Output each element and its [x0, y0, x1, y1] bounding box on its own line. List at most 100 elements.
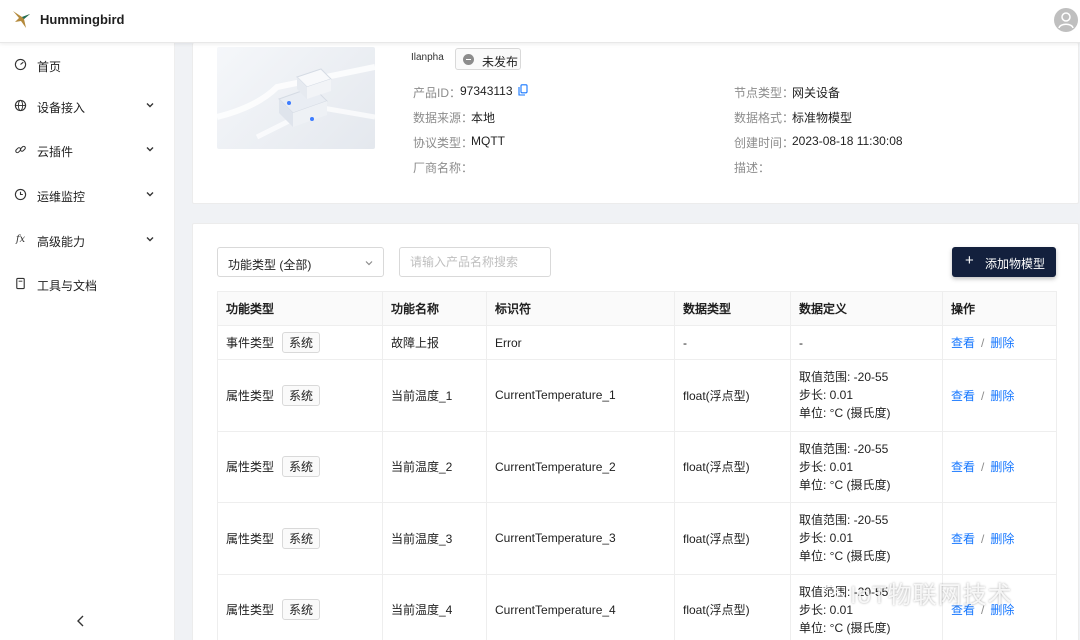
view-link[interactable]: 查看 — [951, 532, 975, 546]
sidebar-item-label: 设备接入 — [37, 101, 86, 115]
function-type: 事件类型 — [226, 336, 275, 350]
table-header-row: 功能类型 功能名称 标识符 数据类型 数据定义 操作 — [217, 291, 1057, 326]
column-header: 数据类型 — [674, 291, 791, 326]
column-header: 功能类型 — [217, 291, 383, 326]
product-id-label: 产品ID： — [413, 86, 462, 100]
definition-line: 取值范围: -20-55 — [799, 513, 889, 528]
data-definition: 取值范围: -20-55 步长: 0.01 单位: °C (摄氏度) — [790, 430, 943, 503]
column-header: 数据定义 — [790, 291, 943, 326]
function-type: 属性类型 — [226, 603, 275, 618]
identifier: CurrentTemperature_3 — [486, 502, 675, 575]
copy-icon[interactable] — [518, 84, 528, 96]
definition-line: 步长: 0.01 — [799, 459, 854, 474]
separator: / — [981, 531, 985, 546]
hummingbird-logo-icon[interactable] — [10, 8, 34, 32]
definition-line: - — [799, 335, 803, 350]
protocol-value: MQTT — [471, 134, 505, 148]
function-name: 当前温度_3 — [382, 502, 487, 575]
definition-line: 步长: 0.01 — [799, 388, 854, 403]
function-type: 属性类型 — [226, 388, 275, 403]
sidebar-item-home[interactable]: 首页 — [0, 50, 175, 80]
link-icon — [15, 145, 26, 154]
column-header: 标识符 — [486, 291, 675, 326]
user-avatar-icon[interactable] — [1054, 8, 1078, 32]
definition-line: 步长: 0.01 — [799, 602, 854, 617]
actions-cell: 查看 / 删除 — [942, 359, 1057, 432]
identifier: Error — [486, 325, 675, 360]
data-definition: 取值范围: -20-55 步长: 0.01 单位: °C (摄氏度) — [790, 359, 943, 432]
type-cell: 属性类型 系统 — [217, 359, 383, 432]
actions-cell: 查看 / 删除 — [942, 573, 1057, 640]
type-cell: 属性类型 系统 — [217, 573, 383, 640]
select-value: 功能类型 (全部) — [228, 258, 312, 272]
data-source-value: 本地 — [471, 111, 496, 125]
chevron-down-icon — [146, 192, 154, 197]
sidebar-item-device-access[interactable]: 设备接入 — [0, 91, 175, 121]
identifier: CurrentTemperature_2 — [486, 430, 675, 503]
created-label: 创建时间： — [734, 136, 795, 150]
search-input[interactable] — [399, 247, 551, 277]
function-type: 属性类型 — [226, 460, 275, 475]
system-tag: 系统 — [282, 384, 321, 406]
data-definition: 取值范围: -20-55 步长: 0.01 单位: °C (摄氏度) — [790, 573, 943, 640]
document-icon — [16, 277, 25, 290]
type-cell: 事件类型 系统 — [217, 325, 383, 360]
delete-link[interactable]: 删除 — [990, 389, 1014, 403]
function-type-select[interactable]: 功能类型 (全部) — [217, 247, 384, 277]
vendor-label: 厂商名称： — [413, 161, 474, 175]
definition-line: 单位: °C (摄氏度) — [799, 620, 891, 635]
data-type: float(浮点型) — [674, 502, 791, 575]
column-header: 操作 — [942, 291, 1057, 326]
definition-line: 取值范围: -20-55 — [799, 370, 889, 385]
data-type: - — [674, 325, 791, 360]
chevron-down-icon — [146, 103, 154, 108]
plus-icon: + — [965, 252, 974, 269]
table-row: 属性类型 系统 当前温度_4 CurrentTemperature_4 float… — [217, 573, 1057, 640]
function-name: 当前温度_4 — [382, 573, 487, 640]
data-definition: - — [790, 325, 943, 360]
separator: / — [981, 336, 985, 350]
delete-link[interactable]: 删除 — [990, 336, 1014, 350]
app-title[interactable]: Hummingbird — [40, 12, 125, 27]
node-type-value: 网关设备 — [792, 86, 841, 100]
system-tag: 系统 — [282, 332, 321, 353]
sidebar-item-ops-monitor[interactable]: 运维监控 — [0, 180, 175, 210]
sidebar-item-cloud-plugin[interactable]: 云插件 — [0, 135, 175, 165]
delete-link[interactable]: 删除 — [990, 460, 1014, 474]
data-type: float(浮点型) — [674, 359, 791, 432]
chevron-down-icon — [365, 261, 373, 266]
sidebar-item-label: 工具与文档 — [37, 279, 98, 293]
function-name: 当前温度_2 — [382, 430, 487, 503]
minus-circle-icon — [463, 54, 474, 65]
actions-cell: 查看 / 删除 — [942, 502, 1057, 575]
sidebar-item-tools-docs[interactable]: 工具与文档 — [0, 269, 175, 299]
table-row: 事件类型 系统 故障上报 Error - - 查看 / 删除 — [217, 325, 1057, 360]
status-badge: 未发布 — [455, 48, 521, 70]
add-thing-model-button[interactable]: + 添加物模型 — [952, 247, 1056, 277]
chevron-down-icon — [146, 147, 154, 152]
chevron-down-icon — [146, 237, 154, 242]
definition-line: 单位: °C (摄氏度) — [799, 406, 891, 421]
function-type: 属性类型 — [226, 531, 275, 546]
definition-line: 单位: °C (摄氏度) — [799, 549, 891, 564]
view-link[interactable]: 查看 — [951, 460, 975, 474]
data-format-label: 数据格式： — [734, 111, 795, 125]
view-link[interactable]: 查看 — [951, 603, 975, 617]
delete-link[interactable]: 删除 — [990, 532, 1014, 546]
identifier: CurrentTemperature_4 — [486, 573, 675, 640]
view-link[interactable]: 查看 — [951, 389, 975, 403]
product-info-card: Ilanpha 未发布 产品ID： 97343113 数据来源： 本地 协议类型… — [192, 43, 1079, 204]
top-header: Hummingbird — [0, 0, 1080, 43]
delete-link[interactable]: 删除 — [990, 603, 1014, 617]
view-link[interactable]: 查看 — [951, 336, 975, 350]
function-name: 当前温度_1 — [382, 359, 487, 432]
data-type: float(浮点型) — [674, 573, 791, 640]
sidebar-item-label: 高级能力 — [37, 235, 86, 249]
identifier: CurrentTemperature_1 — [486, 359, 675, 432]
collapse-sidebar-icon[interactable] — [73, 613, 89, 629]
actions-cell: 查看 / 删除 — [942, 325, 1057, 360]
sidebar-item-advanced[interactable]: fx 高级能力 — [0, 225, 175, 255]
description-label: 描述： — [734, 161, 771, 175]
data-source-label: 数据来源： — [413, 111, 474, 125]
data-definition: 取值范围: -20-55 步长: 0.01 单位: °C (摄氏度) — [790, 502, 943, 575]
